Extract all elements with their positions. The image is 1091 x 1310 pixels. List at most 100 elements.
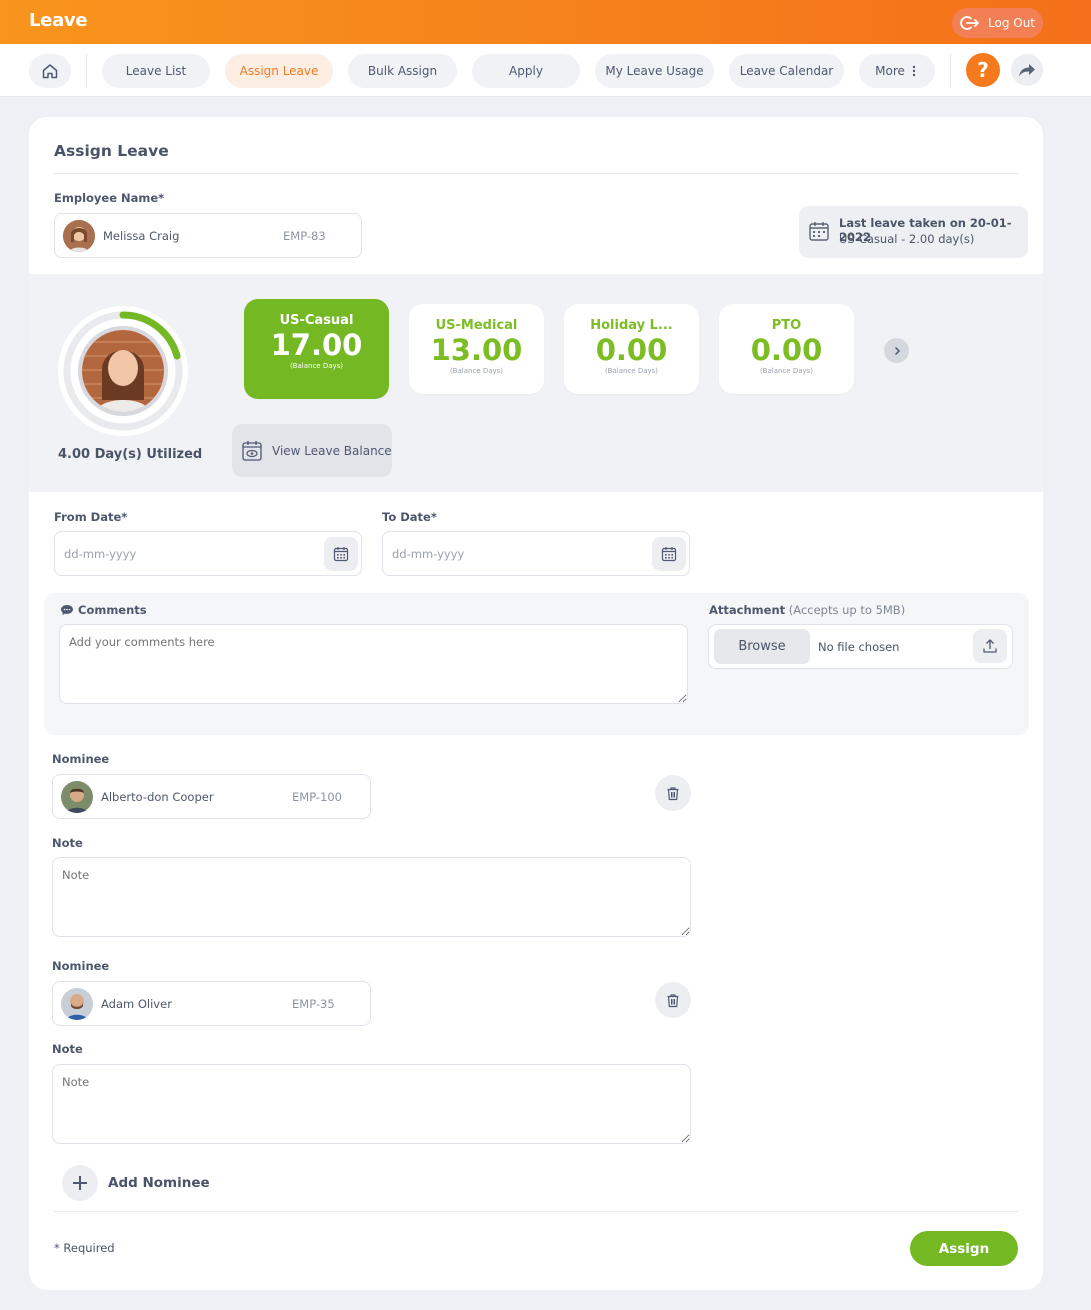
balance-type: Holiday L... [590,318,673,333]
balance-card-holiday[interactable]: Holiday L... 0.00 (Balance Days) [564,304,699,394]
trash-icon [667,993,679,1007]
tab-bulk-assign[interactable]: Bulk Assign [348,54,457,88]
upload-button[interactable] [973,629,1007,663]
tab-leave-calendar[interactable]: Leave Calendar [729,54,844,88]
utilization-ring [58,306,188,436]
nominee-id: EMP-100 [292,790,342,804]
attachment-hint: (Accepts up to 5MB) [788,603,906,617]
app-title: Leave [29,10,88,31]
chat-bubble-icon [61,605,73,615]
to-date-placeholder: dd-mm-yyyy [392,547,465,561]
employee-name-label: Employee Name* [54,191,165,205]
title-divider [54,173,1018,174]
calendar-eye-icon [242,440,262,461]
tab-leave-list[interactable]: Leave List [102,54,210,88]
page-title: Assign Leave [54,142,169,160]
nav-bar: Leave List Assign Leave Bulk Assign Appl… [0,44,1091,97]
upload-icon [983,639,997,653]
comments-textarea[interactable] [59,624,688,704]
leave-balance-section: 4.00 Day(s) Utilized US-Casual 17.00 (Ba… [29,274,1043,492]
balance-type: US-Casual [279,313,354,328]
logout-label: Log Out [988,16,1036,30]
plus-icon [62,1165,98,1201]
browse-button[interactable]: Browse [714,629,810,664]
tab-more[interactable]: More [859,54,935,88]
employee-name: Melissa Craig [103,229,180,243]
assign-leave-card: Assign Leave Employee Name* Melissa Crai… [29,117,1043,1290]
employee-select[interactable]: Melissa Craig EMP-83 [54,213,362,258]
balance-type: PTO [771,318,802,333]
comments-label: Comments [78,603,147,617]
attachment-label-row: Attachment (Accepts up to 5MB) [709,603,905,617]
employee-photo [78,326,168,416]
nominee-name: Alberto-don Cooper [101,790,214,804]
help-icon: ? [977,58,989,82]
delete-nominee-button[interactable] [655,775,691,811]
home-button[interactable] [29,54,71,88]
nominee-id: EMP-35 [292,997,335,1011]
attachment-label: Attachment [709,603,786,617]
footer-divider [54,1211,1018,1212]
tab-assign-leave[interactable]: Assign Leave [225,54,333,88]
last-leave-info: Last leave taken on 20-01-2022 US-Casual… [799,206,1028,258]
nominee-select[interactable]: Alberto-don Cooper EMP-100 [52,774,371,819]
comments-label-row: Comments [60,603,147,617]
delete-nominee-button[interactable] [655,982,691,1018]
share-button[interactable] [1011,54,1043,86]
from-date-picker-button[interactable] [324,537,358,571]
help-button[interactable]: ? [966,53,1000,87]
view-leave-balance-label: View Leave Balance [272,443,392,458]
note-textarea[interactable] [52,857,691,937]
calendar-icon [661,547,677,562]
chevron-right-icon [894,346,900,355]
balance-value: 0.00 [750,333,823,367]
balance-next-button[interactable] [884,338,909,363]
assign-button[interactable]: Assign [910,1231,1018,1266]
utilized-days: 4.00 Day(s) Utilized [58,447,203,462]
to-date-input[interactable]: dd-mm-yyyy [382,531,690,576]
logout-icon [960,16,979,30]
balance-sub: (Balance Days) [289,362,344,370]
balance-value: 17.00 [270,328,363,362]
attachment-input[interactable]: Browse No file chosen [708,624,1013,669]
nominee-label: Nominee [52,959,110,973]
app-header: Leave Log Out [0,0,1091,44]
logout-button[interactable]: Log Out [952,8,1043,38]
nominee-avatar [61,781,93,813]
add-nominee-button[interactable]: Add Nominee [62,1165,210,1201]
to-date-label: To Date* [382,510,437,524]
from-date-input[interactable]: dd-mm-yyyy [54,531,362,576]
nominee-select[interactable]: Adam Oliver EMP-35 [52,981,371,1026]
employee-avatar [63,220,95,252]
share-arrow-icon [1019,64,1035,77]
nominee-name: Adam Oliver [101,997,172,1011]
add-nominee-label: Add Nominee [108,1175,210,1191]
from-date-placeholder: dd-mm-yyyy [64,547,137,561]
trash-icon [667,786,679,800]
balance-sub: (Balance Days) [604,367,659,375]
nominee-avatar [61,988,93,1020]
calendar-icon [333,547,349,562]
tab-more-label: More [875,64,905,78]
balance-card-us-medical[interactable]: US-Medical 13.00 (Balance Days) [409,304,544,394]
from-date-label: From Date* [54,510,128,524]
last-leave-detail: US-Casual - 2.00 day(s) [839,232,975,246]
balance-type: US-Medical [435,318,518,333]
balance-value: 0.00 [595,333,668,367]
calendar-icon [809,222,829,241]
nominee-label: Nominee [52,752,110,766]
tab-apply[interactable]: Apply [472,54,580,88]
note-textarea[interactable] [52,1064,691,1144]
balance-sub: (Balance Days) [759,367,814,375]
note-label: Note [52,836,83,850]
file-status: No file chosen [818,640,900,654]
view-leave-balance-button[interactable]: View Leave Balance [232,424,392,477]
required-note: * Required [54,1241,115,1255]
balance-sub: (Balance Days) [449,367,504,375]
balance-card-pto[interactable]: PTO 0.00 (Balance Days) [719,304,854,394]
to-date-picker-button[interactable] [652,537,686,571]
employee-id: EMP-83 [283,229,326,243]
balance-value: 13.00 [430,333,523,367]
balance-card-us-casual[interactable]: US-Casual 17.00 (Balance Days) [244,299,389,399]
tab-my-leave-usage[interactable]: My Leave Usage [595,54,714,88]
